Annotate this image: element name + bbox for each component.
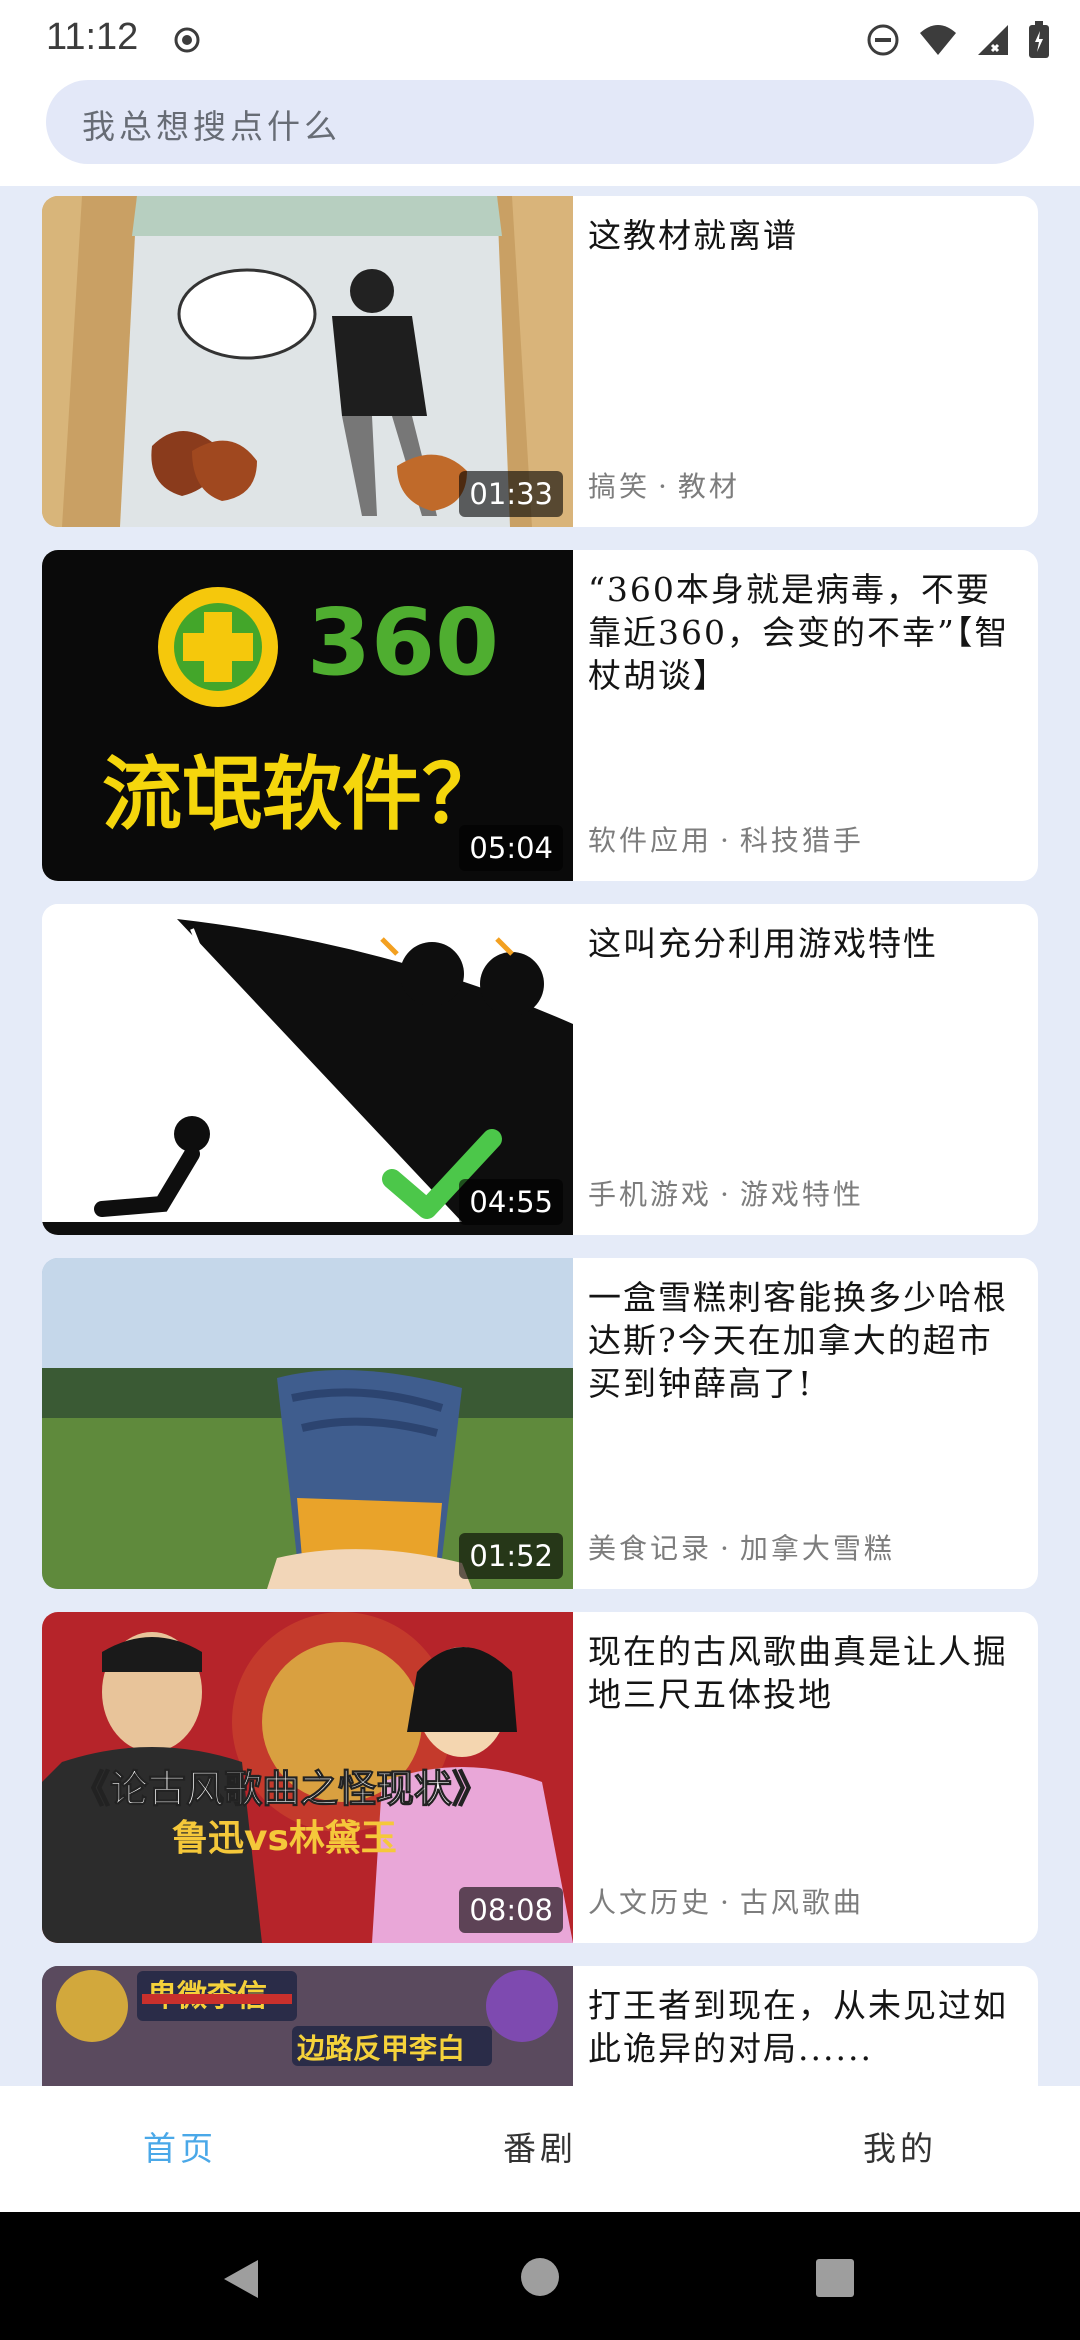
record-icon <box>174 27 200 53</box>
video-card[interactable]: 01:33 这教材就离谱 搞笑 · 教材 <box>42 196 1038 527</box>
battery-icon <box>1029 21 1049 58</box>
video-thumbnail[interactable]: 卑微李信 边路反甲李白 <box>42 1966 573 2086</box>
video-card[interactable]: 卑微李信 边路反甲李白 打王者到现在，从未见过如此诡异的对局...... <box>42 1966 1038 2086</box>
do-not-disturb-icon <box>867 24 899 56</box>
bottom-navigation: 首页 番剧 我的 <box>0 2086 1080 2212</box>
video-meta: 软件应用 · 科技猎手 <box>588 824 864 857</box>
video-duration: 05:04 <box>459 825 563 871</box>
video-card[interactable]: 01:52 一盒雪糕刺客能换多少哈根达斯?今天在加拿大的超市买到钟薛高了! 美食… <box>42 1258 1038 1589</box>
video-meta: 美食记录 · 加拿大雪糕 <box>588 1532 895 1565</box>
thumb-headline-text: 《论古风歌曲之怪现状》 <box>72 1767 490 1811</box>
status-bar: 11:12 <box>0 0 1080 78</box>
video-category: 人文历史 <box>588 1886 713 1919</box>
thumb-headline-text: 流氓软件？ <box>102 748 502 841</box>
video-title: 这教材就离谱 <box>588 216 798 255</box>
search-area: 我总想搜点什么 <box>0 78 1080 186</box>
status-time: 11:12 <box>46 16 139 58</box>
video-duration: 08:08 <box>459 1887 563 1933</box>
thumb-brand-text: 360 <box>307 589 499 696</box>
video-title: 这叫充分利用游戏特性 <box>588 924 938 963</box>
video-tag: 古风歌曲 <box>739 1886 864 1919</box>
recents-icon[interactable] <box>815 2258 855 2298</box>
wifi-icon <box>920 25 956 55</box>
video-thumbnail[interactable]: 04:55 <box>42 904 573 1235</box>
tab-profile[interactable]: 我的 <box>720 2122 1080 2170</box>
video-card[interactable]: 360 流氓软件？ 05:04 “360本身就是病毒，不要靠近360，会变的不幸… <box>42 550 1038 881</box>
system-navigation-bar <box>0 2212 1080 2340</box>
video-thumbnail[interactable]: 01:33 <box>42 196 573 527</box>
video-thumbnail[interactable]: 01:52 <box>42 1258 573 1589</box>
video-tag: 加拿大雪糕 <box>739 1532 895 1565</box>
video-meta: 手机游戏 · 游戏特性 <box>588 1178 864 1211</box>
search-placeholder: 我总想搜点什么 <box>82 107 341 146</box>
signal-icon <box>978 25 1008 55</box>
video-card[interactable]: 《论古风歌曲之怪现状》 鲁迅vs林黛玉 08:08 现在的古风歌曲真是让人掘地三… <box>42 1612 1038 1943</box>
video-thumbnail[interactable]: 360 流氓软件？ 05:04 <box>42 550 573 881</box>
video-category: 软件应用 <box>588 824 713 857</box>
back-icon[interactable] <box>218 2256 264 2302</box>
video-category: 搞笑 <box>588 470 651 503</box>
video-duration: 04:55 <box>459 1179 563 1225</box>
video-title: “360本身就是病毒，不要靠近360，会变的不幸”【智杖胡谈】 <box>588 570 1010 695</box>
video-meta: 搞笑 · 教材 <box>588 470 740 503</box>
home-icon[interactable] <box>519 2256 561 2298</box>
video-meta: 人文历史 · 古风歌曲 <box>588 1886 864 1919</box>
video-title: 一盒雪糕刺客能换多少哈根达斯?今天在加拿大的超市买到钟薛高了! <box>588 1278 1008 1403</box>
video-card[interactable]: 04:55 这叫充分利用游戏特性 手机游戏 · 游戏特性 <box>42 904 1038 1235</box>
video-tag: 教材 <box>677 470 740 503</box>
tab-bangumi[interactable]: 番剧 <box>360 2122 720 2170</box>
video-tag: 科技猎手 <box>739 824 864 857</box>
video-duration: 01:52 <box>459 1533 563 1579</box>
video-title: 现在的古风歌曲真是让人掘地三尺五体投地 <box>588 1632 1008 1714</box>
thumb-mid-text: 边路反甲李白 <box>297 2032 465 2065</box>
video-thumbnail[interactable]: 《论古风歌曲之怪现状》 鲁迅vs林黛玉 08:08 <box>42 1612 573 1943</box>
tab-home[interactable]: 首页 <box>0 2122 360 2170</box>
video-feed[interactable]: 01:33 这教材就离谱 搞笑 · 教材 360 流氓软件？ 05:04 “360本… <box>0 186 1080 2086</box>
video-tag: 游戏特性 <box>739 1178 864 1211</box>
video-duration: 01:33 <box>459 471 563 517</box>
video-title: 打王者到现在，从未见过如此诡异的对局...... <box>588 1986 1008 2068</box>
thumb-sub-text: 鲁迅vs林黛玉 <box>172 1818 397 1859</box>
video-category: 手机游戏 <box>588 1178 713 1211</box>
search-input[interactable]: 我总想搜点什么 <box>46 80 1034 164</box>
video-category: 美食记录 <box>588 1532 713 1565</box>
